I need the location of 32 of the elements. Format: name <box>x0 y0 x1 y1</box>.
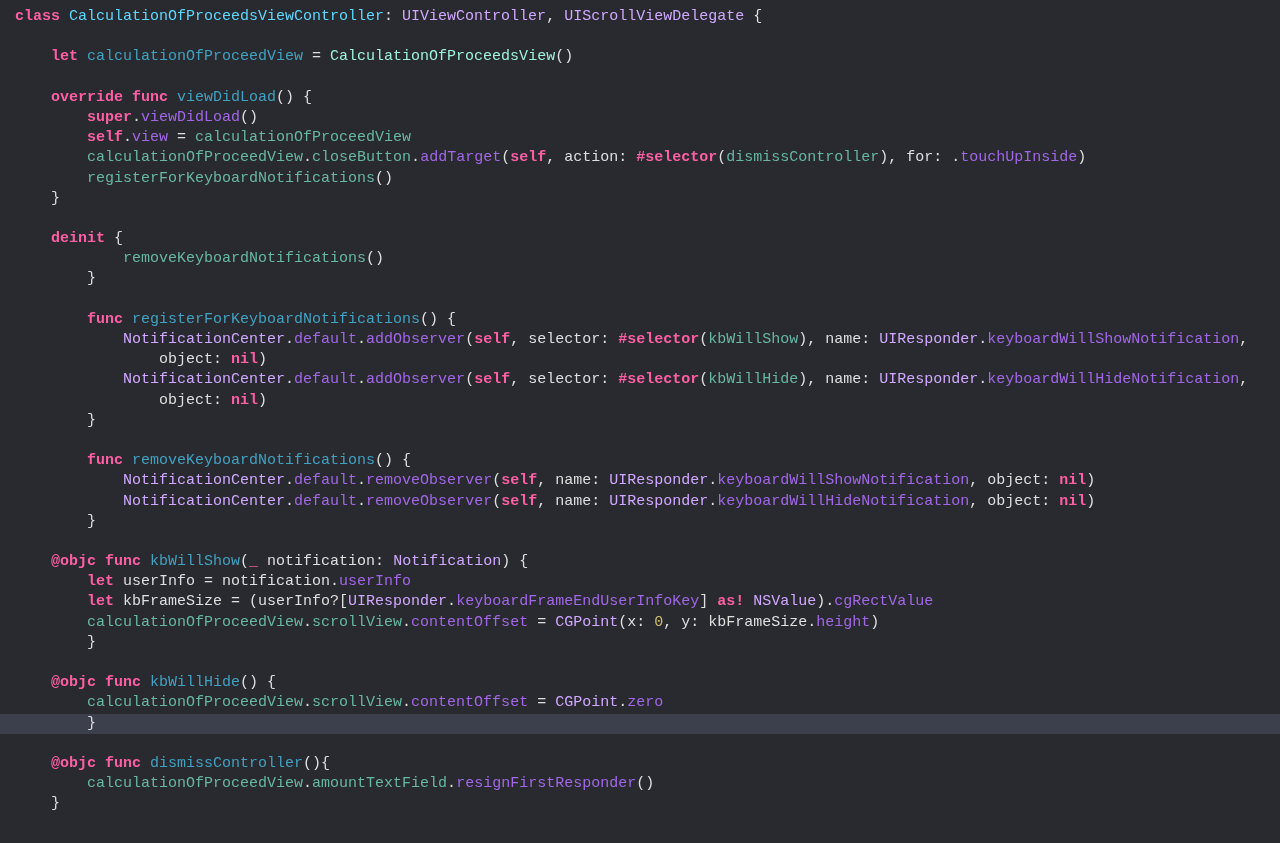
code-line: func registerForKeyboardNotifications() { <box>87 309 457 330</box>
code-line: calculationOfProceedView.scrollView.contentOffset = CGPoint(x: 0, y: kbFrameSize.height) <box>87 612 880 633</box>
code-line: calculationOfProceedView.amountTextField.resignFirstResponder() <box>87 774 655 795</box>
code-line: NotificationCenter.default.addObserver(self, selector: #selector(kbWillShow), name: UIResponder.keyboardWillShowNotification, <box>123 330 1249 350</box>
code-line: } <box>87 410 97 431</box>
code-line: } <box>87 269 97 290</box>
code-line: let userInfo = notification.userInfo <box>87 572 412 593</box>
code-line: } <box>87 713 97 734</box>
code-line: @objc func dismissController(){ <box>51 753 331 774</box>
code-line: deinit { <box>51 229 124 250</box>
code-line: NotificationCenter.default.addObserver(self, selector: #selector(kbWillHide), name: UIResponder.keyboardWillHideNotification, <box>123 370 1249 391</box>
code-line: object: nil) <box>159 350 268 371</box>
code-line: removeKeyboardNotifications() <box>123 249 385 270</box>
code-line: calculationOfProceedView.scrollView.contentOffset = CGPoint.zero <box>87 693 664 714</box>
code-line: let kbFrameSize = (userInfo?[UIResponder.keyboardFrameEndUserInfoKey] as! NSValue).cgRectValue <box>87 592 934 613</box>
code-line: super.viewDidLoad() <box>87 107 259 128</box>
code-line: registerForKeyboardNotifications() <box>87 168 394 189</box>
code-line: self.view = calculationOfProceedView <box>87 128 412 149</box>
code-line: } <box>51 794 61 815</box>
code-line: override func viewDidLoad() { <box>51 87 313 108</box>
code-line: } <box>87 632 97 653</box>
code-line: @objc func kbWillHide() { <box>51 673 277 694</box>
code-line: class CalculationOfProceedsViewController: UIViewController, UIScrollViewDelegate { <box>15 7 763 27</box>
code-line: func removeKeyboardNotifications() { <box>87 451 412 472</box>
code-line: calculationOfProceedView.closeButton.addTarget(self, action: #selector(dismissController), for: .touchUpInside) <box>87 148 1087 169</box>
code-line: NotificationCenter.default.removeObserver(self, name: UIResponder.keyboardWillHideNotification, object: nil) <box>123 491 1096 512</box>
code-line: } <box>51 188 61 209</box>
code-line: let calculationOfProceedView = CalculationOfProceedsView() <box>51 47 574 68</box>
code-line: @objc func kbWillShow(_ notification: Notification) { <box>51 552 529 573</box>
code-line: } <box>87 511 97 532</box>
code-line: NotificationCenter.default.removeObserver(self, name: UIResponder.keyboardWillShowNotification, object: nil) <box>123 471 1096 492</box>
code-line: object: nil) <box>159 390 268 411</box>
